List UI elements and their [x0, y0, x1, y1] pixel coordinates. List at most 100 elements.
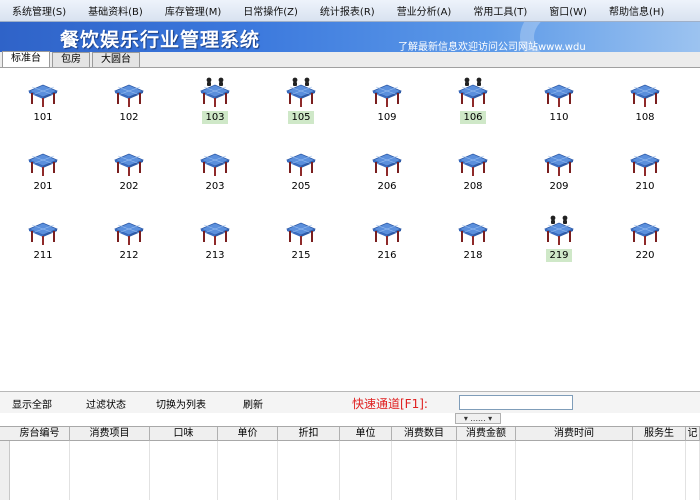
menu-bar: 系统管理(S) 基础资料(B) 库存管理(M) 日常操作(Z) 统计报表(R) 营业分析(…	[0, 0, 700, 22]
dining-table-icon	[113, 222, 145, 245]
dining-table-icon	[199, 222, 231, 245]
dining-table-icon	[457, 222, 489, 245]
refresh-button[interactable]: 刷新	[243, 396, 263, 411]
dining-table-icon	[371, 222, 403, 245]
table-number: 215	[291, 250, 311, 261]
table-number: 216	[377, 250, 397, 261]
menu-item[interactable]: 营业分析(A)	[391, 3, 458, 18]
switch-list-button[interactable]: 切换为列表	[156, 396, 206, 411]
tab[interactable]: 大圆台	[92, 52, 140, 67]
table-number: 110	[549, 112, 569, 123]
table-number: 103	[202, 111, 228, 124]
menu-item[interactable]: 系统管理(S)	[6, 3, 72, 18]
dining-table[interactable]: 101	[13, 75, 73, 135]
filter-status-button[interactable]: 过滤状态	[86, 396, 126, 411]
show-all-button[interactable]: 显示全部	[12, 396, 52, 411]
column-header[interactable]: 折扣	[278, 427, 340, 441]
column-header[interactable]: 口味	[150, 427, 218, 441]
menu-item[interactable]: 基础资料(B)	[82, 3, 149, 18]
column-divider	[69, 441, 70, 500]
dining-table[interactable]: 220	[615, 213, 675, 273]
dining-table-icon	[199, 153, 231, 176]
column-divider	[456, 441, 457, 500]
menu-item[interactable]: 帮助信息(H)	[603, 3, 670, 18]
tab-bar: 标准台 包房 大圆台	[0, 51, 700, 68]
dining-table-icon	[199, 77, 231, 107]
row-selector[interactable]	[0, 441, 10, 500]
dining-table[interactable]: 106	[443, 75, 503, 135]
dining-table[interactable]: 213	[185, 213, 245, 273]
dining-table-icon	[371, 153, 403, 176]
column-divider	[149, 441, 150, 500]
column-header[interactable]: 服务生	[633, 427, 686, 441]
table-number: 213	[205, 250, 225, 261]
dining-table[interactable]: 209	[529, 144, 589, 204]
dining-table[interactable]: 219	[529, 213, 589, 273]
dining-table-icon	[113, 153, 145, 176]
dining-table[interactable]: 216	[357, 213, 417, 273]
quick-channel-input[interactable]	[459, 395, 573, 410]
dining-table-icon	[113, 84, 145, 107]
dining-table[interactable]: 108	[615, 75, 675, 135]
dining-table[interactable]: 203	[185, 144, 245, 204]
column-divider	[632, 441, 633, 500]
table-grid: 101 102 103 105 109 106 110 108 201 202 …	[0, 69, 700, 389]
dining-table[interactable]: 206	[357, 144, 417, 204]
tab[interactable]: 包房	[52, 52, 90, 67]
dining-table[interactable]: 202	[99, 144, 159, 204]
column-header[interactable]: 消费数目	[392, 427, 457, 441]
column-chooser-dropdown[interactable]: ▾ ...... ▾	[455, 413, 501, 424]
column-header[interactable]: 单位	[340, 427, 392, 441]
banner-marquee: 了解最新信息欢迎访问公司网站www.wdu	[398, 42, 586, 52]
table-number: 210	[635, 181, 655, 192]
dining-table-icon	[27, 84, 59, 107]
column-divider	[391, 441, 392, 500]
table-number: 206	[377, 181, 397, 192]
consumption-list-header: 房台编号 消费项目 口味 单价 折扣 单位 消费数目 消费金额 消费时间 服务生记	[0, 426, 700, 441]
column-header[interactable]: 单价	[218, 427, 278, 441]
column-header[interactable]: 房台编号	[10, 427, 70, 441]
table-number: 208	[463, 181, 483, 192]
dining-table[interactable]: 210	[615, 144, 675, 204]
table-number: 203	[205, 181, 225, 192]
table-number: 219	[546, 249, 572, 262]
column-divider	[339, 441, 340, 500]
table-number: 209	[549, 181, 569, 192]
dining-table[interactable]: 110	[529, 75, 589, 135]
bottom-toolbar: 显示全部 过滤状态 切换为列表 刷新 快速通道[F1]:	[0, 391, 700, 413]
dining-table[interactable]: 103	[185, 75, 245, 135]
dining-table[interactable]: 211	[13, 213, 73, 273]
quick-channel-label: 快速通道[F1]:	[352, 397, 428, 411]
table-number: 108	[635, 112, 655, 123]
dining-table[interactable]: 215	[271, 213, 331, 273]
table-number: 105	[288, 111, 314, 124]
dining-table[interactable]: 212	[99, 213, 159, 273]
dining-table-icon	[543, 84, 575, 107]
dining-table[interactable]: 218	[443, 213, 503, 273]
column-header[interactable]: 消费时间	[516, 427, 633, 441]
menu-item[interactable]: 日常操作(Z)	[237, 3, 304, 18]
column-header[interactable]: 记	[686, 427, 700, 441]
column-header[interactable]: 消费项目	[70, 427, 150, 441]
consumption-list-body[interactable]	[0, 441, 700, 500]
dining-table[interactable]: 201	[13, 144, 73, 204]
column-header[interactable]: 消费金额	[457, 427, 516, 441]
table-number: 211	[33, 250, 53, 261]
dining-table[interactable]: 205	[271, 144, 331, 204]
dining-table[interactable]: 208	[443, 144, 503, 204]
dining-table[interactable]: 109	[357, 75, 417, 135]
dining-table[interactable]: 105	[271, 75, 331, 135]
table-number: 212	[119, 250, 139, 261]
table-number: 201	[33, 181, 53, 192]
app-title: 餐饮娱乐行业管理系统	[60, 29, 261, 51]
table-number: 205	[291, 181, 311, 192]
menu-item[interactable]: 常用工具(T)	[467, 3, 533, 18]
dining-table-icon	[457, 77, 489, 107]
menu-item[interactable]: 窗口(W)	[543, 3, 593, 18]
column-divider	[277, 441, 278, 500]
dining-table[interactable]: 102	[99, 75, 159, 135]
table-number: 109	[377, 112, 397, 123]
menu-item[interactable]: 统计报表(R)	[314, 3, 381, 18]
tab[interactable]: 标准台	[2, 51, 50, 67]
menu-item[interactable]: 库存管理(M)	[159, 3, 227, 18]
